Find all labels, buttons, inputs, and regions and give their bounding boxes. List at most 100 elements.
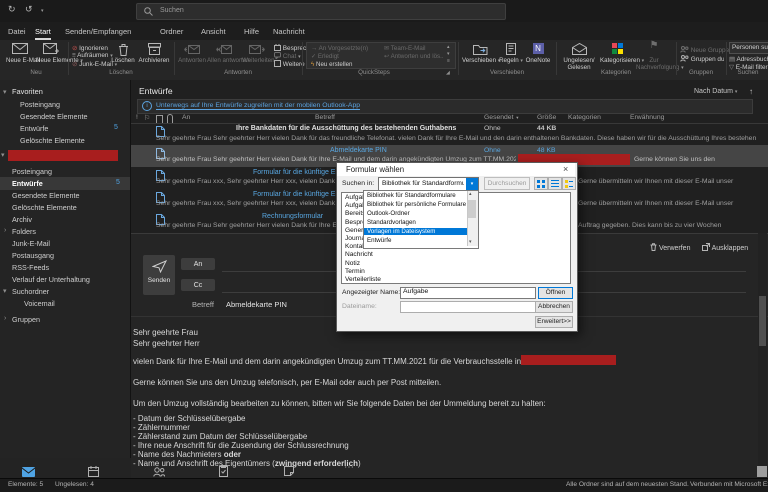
quickstep-create-new[interactable]: ϟ Neu erstellen	[311, 61, 352, 68]
nav-mail-icon[interactable]	[22, 467, 35, 477]
dropdown-item-selected[interactable]: Vorlagen im Dateisystem	[364, 228, 467, 235]
dropdown-item[interactable]: Entwürfe	[364, 237, 467, 244]
col-gesendet[interactable]: Gesendet ▼	[484, 114, 519, 121]
browse-button[interactable]: Durchsuchen	[484, 177, 530, 190]
sidebar-item-verlauf[interactable]: Verlauf der Unterhaltung	[12, 275, 90, 284]
tab-hilfe[interactable]: Hilfe	[244, 27, 259, 36]
cc-button[interactable]: Cc	[181, 279, 215, 291]
qat-caret-icon[interactable]: ▾	[41, 8, 44, 14]
advanced-button[interactable]: Erweitert>>	[535, 316, 573, 328]
quickstep-team-email[interactable]: ✉ Team-E-Mail	[384, 45, 444, 52]
sidebar-item-voicemail[interactable]: Voicemail	[24, 299, 55, 308]
sidebar-item-geloeschte[interactable]: Gelöschte Elemente	[12, 203, 77, 212]
gallery-down-icon[interactable]: ▾	[447, 51, 450, 57]
gallery-up-icon[interactable]: ▴	[447, 44, 450, 50]
sidebar-item-junk[interactable]: Junk-E-Mail	[12, 239, 50, 248]
col-erwaehnung[interactable]: Erwähnung	[630, 114, 664, 121]
open-button[interactable]: Öffnen	[538, 287, 573, 299]
tab-start[interactable]: Start	[35, 27, 51, 40]
dropdown-item[interactable]: Standardvorlagen	[364, 219, 467, 226]
sidebar-item-postausgang[interactable]: Postausgang	[12, 251, 54, 260]
gallery-more-icon[interactable]: ≡	[447, 58, 450, 64]
discard-button[interactable]: Verwerfen	[650, 243, 690, 252]
sidebar-item-rss[interactable]: RSS-Feeds	[12, 263, 49, 272]
sidebar-item-entwuerfe[interactable]: Entwürfe	[12, 179, 43, 188]
dropdown-item[interactable]: Bibliothek für Standardformulare	[364, 192, 467, 199]
form-item[interactable]: Nachricht	[345, 251, 373, 258]
favorites-header[interactable]: Favoriten	[12, 87, 43, 96]
more-respond-button[interactable]: Weitere ▾	[274, 60, 309, 68]
sidebar-item-gruppen[interactable]: Gruppen	[12, 315, 40, 324]
tab-datei[interactable]: Datei	[8, 27, 26, 36]
view-details-button[interactable]	[562, 177, 576, 190]
chat-button[interactable]: Chat ▾	[274, 52, 301, 60]
scrollbar-thumb[interactable]	[759, 296, 766, 346]
col-betreff[interactable]: Betreff	[315, 114, 335, 121]
col-an[interactable]: An	[182, 114, 190, 121]
cancel-button[interactable]: Abbrechen	[535, 301, 573, 313]
gruppen-collapsed-icon[interactable]: ›	[4, 315, 6, 322]
sort-direction-icon[interactable]: ↑	[749, 87, 753, 96]
tab-ansicht[interactable]: Ansicht	[201, 27, 226, 36]
mobile-app-link[interactable]: Unterwegs auf Ihre Entwürfe zugreifen mi…	[156, 102, 360, 110]
col-flag-icon[interactable]: ⚐	[144, 114, 150, 122]
sidebar-item-suchordner[interactable]: Suchordner	[12, 287, 49, 296]
folders-collapsed-icon[interactable]: ›	[4, 227, 6, 234]
scroll-down-icon[interactable]: ▾	[469, 239, 472, 245]
sidebar-item-geloeschte-fav[interactable]: Gelöschte Elemente	[20, 136, 85, 145]
account-expand-icon[interactable]: ▾	[1, 151, 5, 159]
new-group-button[interactable]: Neue Gruppe	[680, 46, 729, 54]
nav-notes-icon[interactable]	[284, 466, 294, 476]
send-button[interactable]: Senden	[143, 255, 175, 295]
dialog-close-icon[interactable]: ×	[563, 164, 568, 174]
view-list-button[interactable]	[548, 177, 562, 190]
filename-input[interactable]	[400, 301, 536, 313]
combo-arrow-icon[interactable]: ▾	[466, 178, 478, 190]
sort-by-button[interactable]: Nach Datum ▾	[694, 88, 737, 95]
address-book-button[interactable]: ▤ Adressbuch	[729, 55, 768, 63]
col-kategorien[interactable]: Kategorien	[568, 114, 601, 121]
sidebar-item-folders[interactable]: Folders	[12, 227, 36, 236]
quickstep-reply-delete[interactable]: ↩ Antworten und lös...	[384, 53, 444, 60]
sidebar-item-posteingang[interactable]: Posteingang	[12, 167, 52, 176]
suchordner-expand-icon[interactable]: ▾	[3, 287, 7, 295]
quickstep-to-manager[interactable]: → An Vorgesetzte(n)	[311, 45, 368, 52]
form-item[interactable]: Termin	[345, 268, 365, 275]
display-name-input[interactable]: Aufgabe	[400, 287, 536, 299]
scrollbar-track[interactable]	[758, 233, 767, 478]
quicksteps-dialog-launcher-icon[interactable]: ◢	[446, 70, 450, 76]
browse-groups-button[interactable]: Gruppen durchsuchen	[680, 55, 724, 63]
quickstep-done[interactable]: ✓ Erledigt	[311, 53, 339, 60]
dropdown-item[interactable]: Outlook-Ordner	[364, 210, 467, 217]
tab-senden-empfangen[interactable]: Senden/Empfangen	[65, 27, 131, 36]
sidebar-item-gesendete-fav[interactable]: Gesendete Elemente	[20, 112, 88, 121]
search-people-button[interactable]: Personen suchen	[729, 42, 768, 54]
nav-tasks-icon[interactable]	[219, 465, 228, 477]
col-attachment-icon[interactable]	[167, 114, 173, 123]
dropdown-item[interactable]: Bibliothek für persönliche Formulare	[364, 201, 467, 208]
nav-calendar-icon[interactable]	[88, 466, 99, 477]
search-input[interactable]	[136, 3, 506, 20]
sidebar-item-gesendete[interactable]: Gesendete Elemente	[12, 191, 80, 200]
undo-icon[interactable]: ↺	[25, 4, 33, 15]
sidebar-item-posteingang-fav[interactable]: Posteingang	[20, 100, 60, 109]
ignore-button[interactable]: ⊘ Ignorieren	[72, 44, 108, 52]
scroll-up-icon[interactable]: ▴	[469, 191, 472, 197]
form-item[interactable]: Notiz	[345, 260, 360, 267]
tab-ordner[interactable]: Ordner	[160, 27, 183, 36]
search-in-combobox[interactable]: Bibliothek für Standardformulare ▾	[378, 177, 479, 191]
cleanup-button[interactable]: ≡ Aufräumen ▾	[72, 52, 113, 59]
scrollbar-end-box[interactable]	[757, 466, 767, 477]
tab-nachricht[interactable]: Nachricht	[273, 27, 305, 36]
nav-people-icon[interactable]	[153, 467, 165, 477]
sidebar-item-entwuerfe-fav[interactable]: Entwürfe	[20, 124, 48, 133]
form-item[interactable]: Verteilerliste	[345, 276, 381, 283]
sync-icon[interactable]: ↻	[8, 4, 16, 15]
sidebar-item-archiv[interactable]: Archiv	[12, 215, 32, 224]
col-groesse[interactable]: Größe	[537, 114, 556, 121]
subject-value[interactable]: Abmeldekarte PIN	[226, 300, 287, 309]
col-importance-icon[interactable]: !	[136, 114, 138, 121]
popout-button[interactable]: Ausklappen	[702, 243, 748, 252]
dropdown-scroll-thumb[interactable]	[468, 200, 476, 218]
nav-more-icon[interactable]: ⋯	[344, 462, 354, 473]
